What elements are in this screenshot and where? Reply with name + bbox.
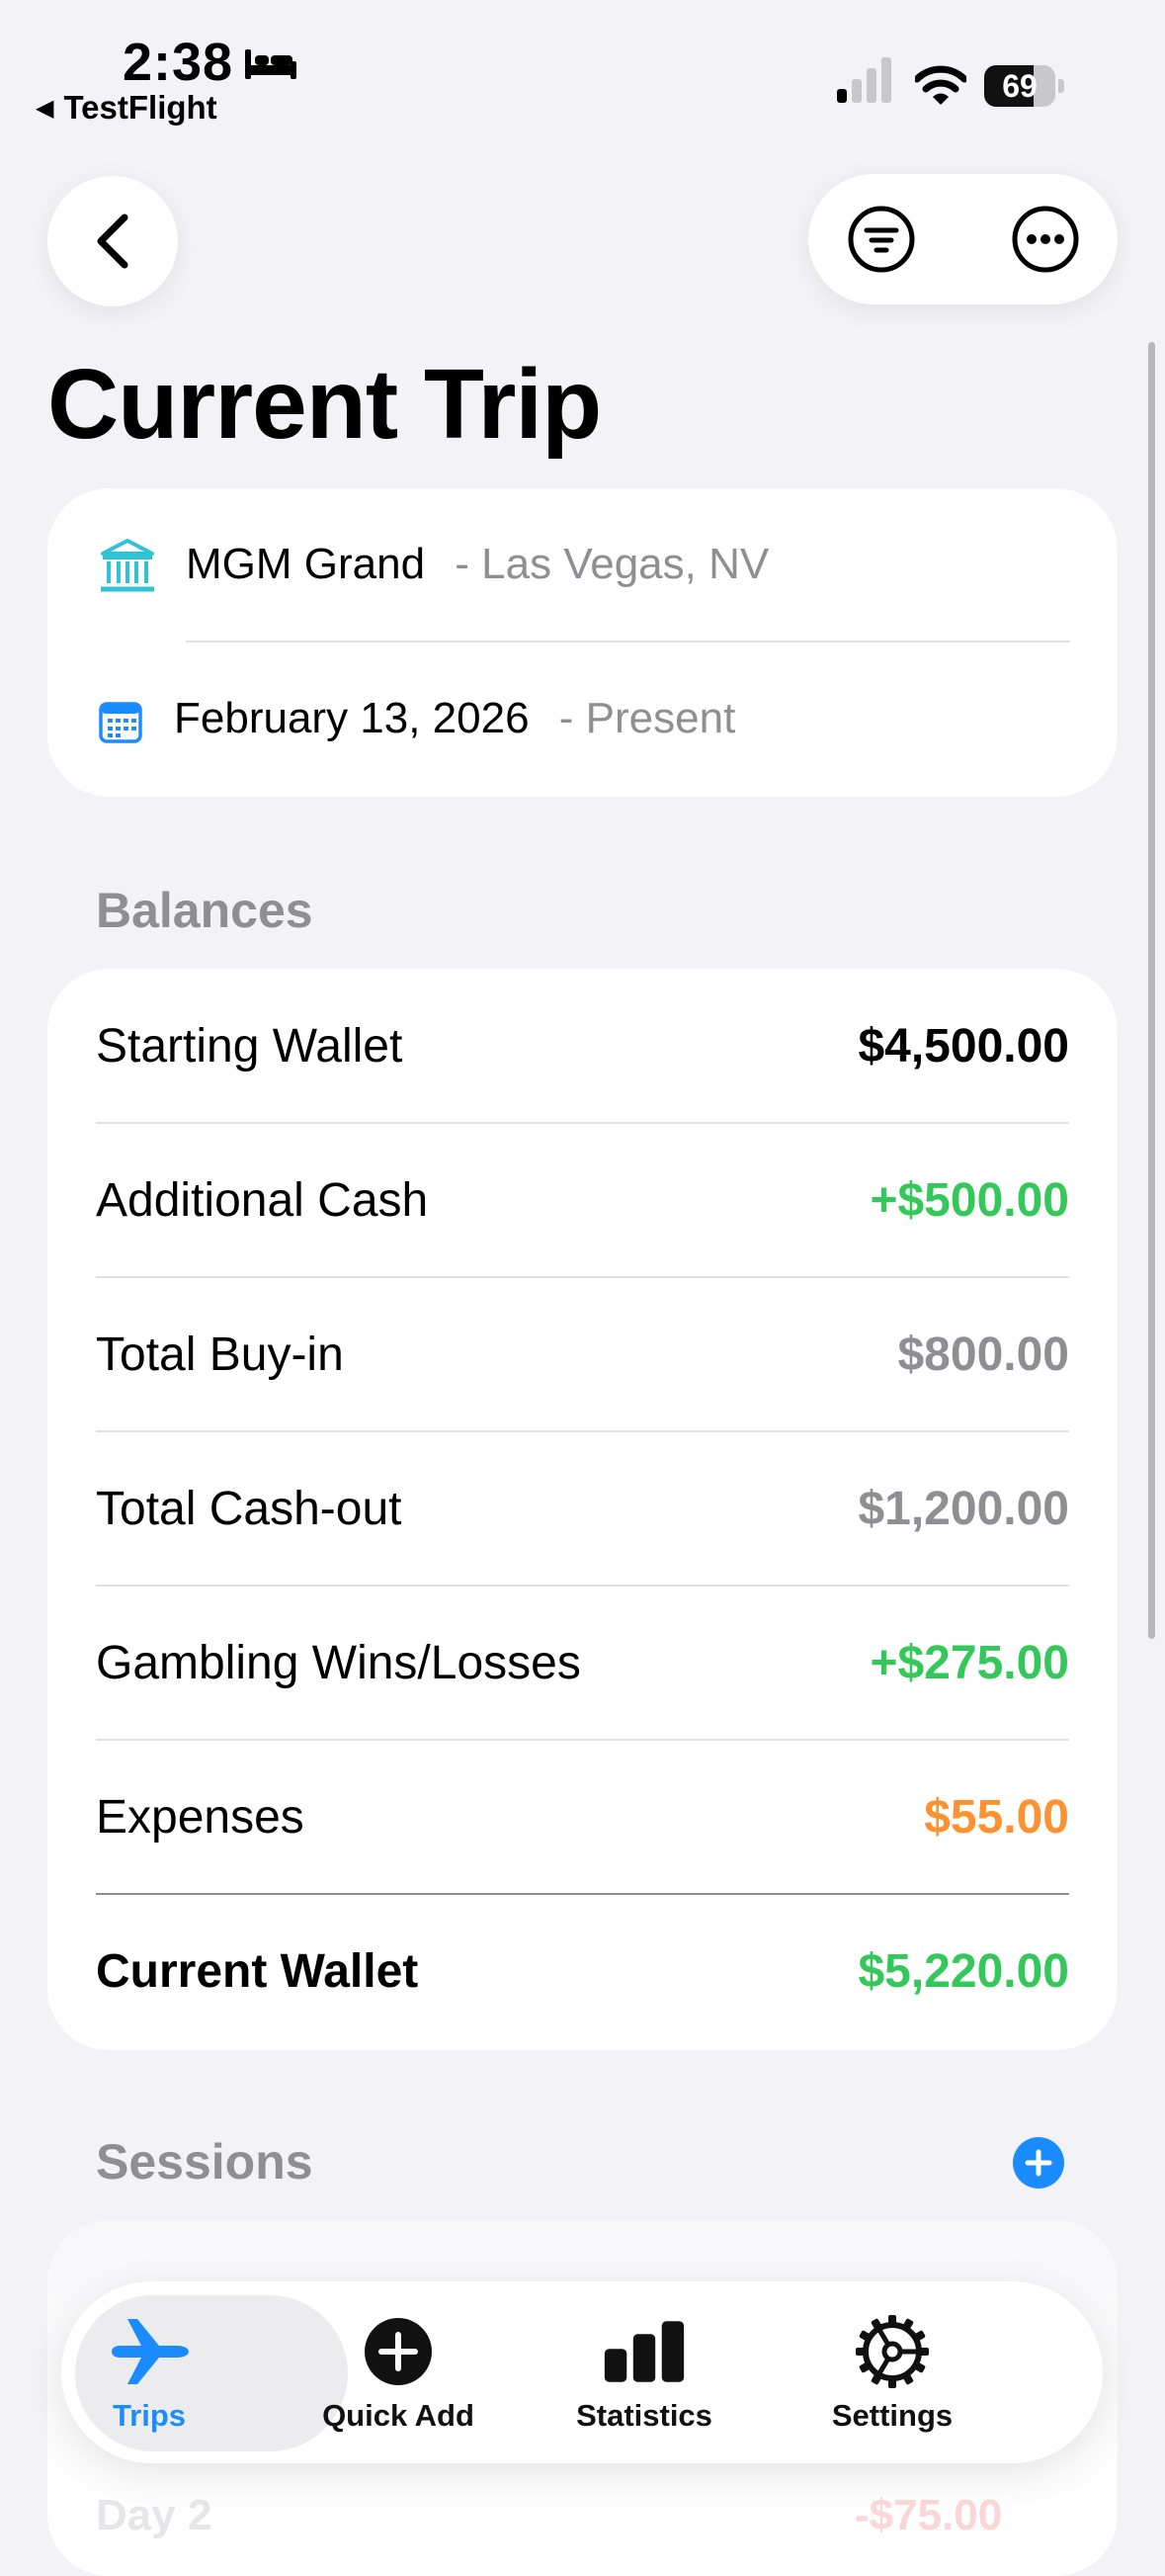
balance-value: $4,500.00 bbox=[858, 1019, 1069, 1073]
wifi-icon bbox=[915, 65, 966, 105]
tab-label: Statistics bbox=[576, 2398, 712, 2433]
cellular-signal-icon bbox=[837, 57, 891, 103]
plus-circle-icon bbox=[357, 2315, 440, 2388]
casino-name: MGM Grand bbox=[186, 540, 426, 588]
balances-section-label: Balances bbox=[96, 883, 313, 938]
gear-icon bbox=[851, 2315, 934, 2388]
status-time: 2:38 bbox=[123, 33, 234, 92]
trip-start-date: February 13, 2026 bbox=[174, 694, 530, 742]
more-options-icon[interactable] bbox=[1010, 204, 1081, 275]
tab-label: Trips bbox=[112, 2398, 187, 2433]
balance-label: Total Cash-out bbox=[96, 1482, 402, 1535]
page-title: Current Trip bbox=[47, 349, 602, 460]
balance-row: Starting Wallet $4,500.00 bbox=[96, 969, 1069, 1123]
balance-value: $55.00 bbox=[924, 1790, 1069, 1844]
trip-casino-row: MGM Grand - Las Vegas, NV bbox=[186, 540, 769, 589]
tab-settings[interactable]: Settings bbox=[764, 2281, 1021, 2463]
back-to-app-link[interactable]: ◀ TestFlight bbox=[36, 89, 217, 127]
balance-row: Expenses $55.00 bbox=[96, 1740, 1069, 1894]
trip-end: - Present bbox=[558, 694, 736, 742]
balance-row: Total Cash-out $1,200.00 bbox=[96, 1431, 1069, 1586]
calendar-icon bbox=[99, 702, 142, 743]
trip-date-row: February 13, 2026 - Present bbox=[174, 694, 735, 743]
plus-icon bbox=[1025, 2149, 1052, 2177]
sessions-section-label: Sessions bbox=[96, 2134, 313, 2190]
balance-value: $800.00 bbox=[897, 1328, 1069, 1381]
balance-label: Gambling Wins/Losses bbox=[96, 1636, 581, 1689]
tab-statistics[interactable]: Statistics bbox=[516, 2281, 773, 2463]
divider bbox=[186, 641, 1070, 643]
back-triangle-icon: ◀ bbox=[36, 94, 54, 122]
tab-label: Quick Add bbox=[322, 2398, 474, 2433]
session-day-value: -$75.00 bbox=[855, 2491, 1003, 2539]
tab-quick-add[interactable]: Quick Add bbox=[270, 2281, 527, 2463]
toolbar-actions bbox=[808, 174, 1118, 304]
balance-row: Gambling Wins/Losses +$275.00 bbox=[96, 1586, 1069, 1740]
back-button[interactable] bbox=[47, 176, 178, 306]
balance-label: Total Buy-in bbox=[96, 1328, 344, 1381]
filter-icon[interactable] bbox=[846, 204, 917, 275]
balance-row: Additional Cash +$500.00 bbox=[96, 1123, 1069, 1277]
balance-label: Expenses bbox=[96, 1790, 304, 1844]
chevron-left-icon bbox=[97, 214, 128, 269]
balance-value: $1,200.00 bbox=[858, 1482, 1069, 1535]
balance-label: Starting Wallet bbox=[96, 1019, 403, 1073]
casino-building-icon bbox=[101, 539, 154, 592]
balance-value: $5,220.00 bbox=[858, 1944, 1069, 1998]
tab-label: Settings bbox=[831, 2398, 954, 2433]
battery-percent: 69 bbox=[1002, 68, 1038, 104]
trip-info-card[interactable]: MGM Grand - Las Vegas, NV February 13, 2… bbox=[47, 488, 1118, 797]
bar-chart-icon bbox=[603, 2315, 686, 2388]
airplane-icon bbox=[108, 2315, 191, 2388]
add-session-button[interactable] bbox=[1013, 2137, 1064, 2189]
balance-row: Total Buy-in $800.00 bbox=[96, 1277, 1069, 1431]
session-day-label: Day 2 bbox=[96, 2491, 212, 2539]
battery-indicator: 69 bbox=[984, 65, 1065, 107]
casino-location: - Las Vegas, NV bbox=[455, 540, 770, 588]
balance-value: +$500.00 bbox=[870, 1173, 1069, 1227]
balances-card: Starting Wallet $4,500.00 Additional Cash +… bbox=[47, 969, 1118, 2050]
tab-trips[interactable]: Trips bbox=[21, 2281, 278, 2463]
balance-value: +$275.00 bbox=[870, 1636, 1069, 1689]
scroll-indicator[interactable] bbox=[1148, 342, 1155, 1639]
balance-label: Additional Cash bbox=[96, 1173, 429, 1227]
balance-label: Current Wallet bbox=[96, 1944, 419, 1998]
back-app-label: TestFlight bbox=[63, 89, 217, 126]
balance-row: Current Wallet $5,220.00 bbox=[96, 1894, 1069, 2048]
sleep-mode-icon bbox=[245, 49, 296, 79]
